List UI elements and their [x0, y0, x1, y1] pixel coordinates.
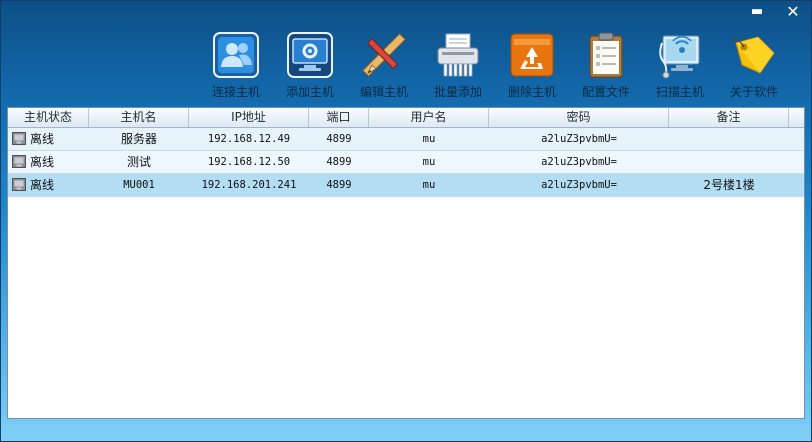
user-cell: mu	[422, 156, 436, 168]
batch-add-button[interactable]: 批量添加	[423, 31, 493, 101]
hostname-cell: MU001	[123, 179, 155, 191]
port-cell: 4899	[326, 133, 352, 145]
status-text: 离线	[30, 132, 55, 146]
ip-cell: 192.168.12.50	[207, 156, 291, 168]
user-cell: mu	[422, 133, 436, 145]
toolbar-label: 批量添加	[433, 85, 482, 99]
status-bar	[1, 421, 811, 441]
status-text: 离线	[30, 178, 55, 192]
delete-host-button[interactable]: 删除主机	[497, 31, 567, 101]
password-cell: a2luZ3pvbmU=	[541, 156, 617, 168]
status-cell: 离线	[8, 151, 89, 173]
connect-users-icon	[213, 32, 259, 78]
offline-host-icon	[12, 155, 26, 168]
column-header[interactable]: IP地址	[189, 108, 309, 127]
toolbar-label: 连接主机	[211, 85, 260, 99]
toolbar-label: 配置文件	[581, 85, 630, 99]
shredder-icon	[437, 33, 479, 77]
recycle-bin-icon	[510, 33, 554, 77]
password-cell: a2luZ3pvbmU=	[541, 179, 617, 191]
toolbar-label: 扫描主机	[655, 85, 704, 99]
hostname-cell: 服务器	[120, 132, 157, 146]
status-cell: 离线	[8, 174, 89, 196]
port-cell: 4899	[326, 179, 352, 191]
pencil-ruler-icon	[362, 33, 406, 77]
toolbar-label: 删除主机	[507, 85, 556, 99]
add-host-button[interactable]: 添加主机	[275, 31, 345, 101]
table-row[interactable]: 离线 测试 192.168.12.50 4899 mu a2luZ3pvbmU=	[8, 151, 804, 174]
column-header[interactable]: 端口	[309, 108, 369, 127]
status-text: 离线	[30, 155, 55, 169]
connect-host-button[interactable]: 连接主机	[201, 31, 271, 101]
password-cell: a2luZ3pvbmU=	[541, 133, 617, 145]
user-cell: mu	[422, 179, 436, 191]
note-cell	[669, 128, 789, 150]
toolbar-label: 编辑主机	[359, 85, 408, 99]
toolbar-label: 添加主机	[285, 85, 334, 99]
table-header: 主机状态 主机名 IP地址 端口 用户名 密码 备注	[8, 108, 804, 128]
host-table: 主机状态 主机名 IP地址 端口 用户名 密码 备注 离线 服务器 192.16…	[7, 107, 805, 419]
edit-host-button[interactable]: 编辑主机	[349, 31, 419, 101]
minimize-button[interactable]: ▬	[747, 3, 767, 21]
offline-host-icon	[12, 132, 26, 145]
column-header[interactable]: 密码	[489, 108, 669, 127]
note-cell: 2号楼1楼	[703, 178, 755, 192]
scan-host-button[interactable]: 扫描主机	[645, 31, 715, 101]
table-row-selected[interactable]: 离线 MU001 192.168.201.241 4899 mu a2luZ3p…	[8, 174, 804, 197]
status-cell: 离线	[8, 128, 89, 150]
main-window: ▬ ✕ 连接主机 添加主机 编辑主机 批量添加 删除主机 配置文件 扫描主机 关…	[0, 0, 812, 442]
table-row[interactable]: 离线 服务器 192.168.12.49 4899 mu a2luZ3pvbmU…	[8, 128, 804, 151]
ip-cell: 192.168.12.49	[207, 133, 291, 145]
ip-cell: 192.168.201.241	[201, 179, 297, 191]
column-header[interactable]: 备注	[669, 108, 789, 127]
scan-monitor-icon	[659, 35, 700, 79]
column-header[interactable]: 主机状态	[8, 108, 89, 127]
port-cell: 4899	[326, 156, 352, 168]
clipboard-icon	[589, 32, 623, 78]
tag-icon	[731, 36, 775, 74]
offline-host-icon	[12, 178, 26, 191]
toolbar-label: 关于软件	[729, 85, 778, 99]
config-file-button[interactable]: 配置文件	[571, 31, 641, 101]
close-button[interactable]: ✕	[783, 3, 803, 21]
about-software-button[interactable]: 关于软件	[719, 31, 789, 101]
add-monitor-icon	[287, 32, 333, 78]
hostname-cell: 测试	[126, 155, 151, 169]
note-cell	[669, 151, 789, 173]
column-header[interactable]: 主机名	[89, 108, 189, 127]
column-header[interactable]: 用户名	[369, 108, 489, 127]
